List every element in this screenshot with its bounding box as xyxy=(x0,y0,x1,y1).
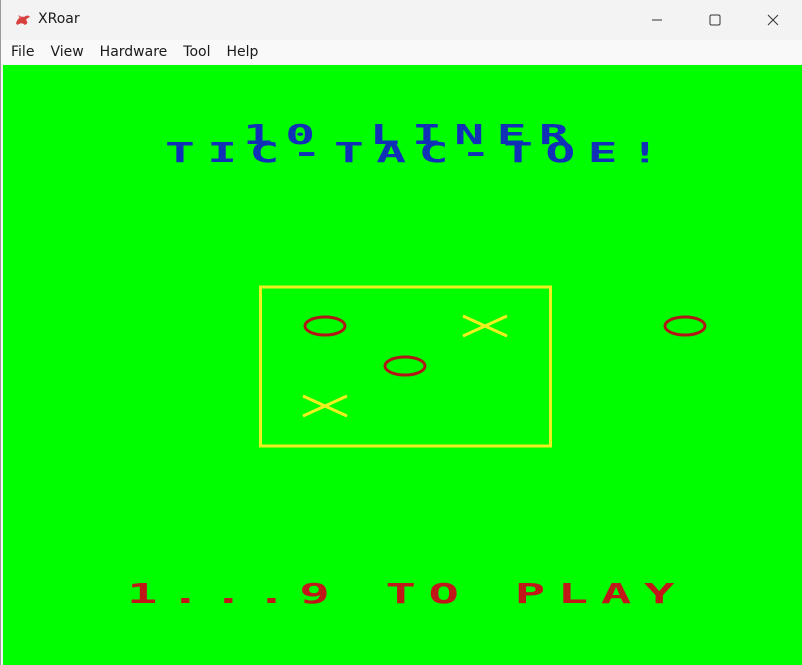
board-frame xyxy=(259,285,552,448)
maximize-button[interactable] xyxy=(686,0,744,40)
menu-hardware[interactable]: Hardware xyxy=(92,40,176,64)
minimize-button[interactable] xyxy=(628,0,686,40)
menu-tool[interactable]: Tool xyxy=(175,40,218,64)
board-cell-3-x-piece xyxy=(462,314,508,338)
board-cell-7-x-piece xyxy=(302,394,348,418)
xroar-window: XRoar File View Hardware Tool Help 10 LI… xyxy=(0,0,802,665)
board-cell-5-o-piece xyxy=(383,355,427,377)
xroar-dragon-icon xyxy=(16,15,30,25)
menu-help[interactable]: Help xyxy=(218,40,266,64)
board-cell-1-o-piece xyxy=(303,315,347,337)
menu-bar: File View Hardware Tool Help xyxy=(1,40,802,64)
maximize-icon xyxy=(709,14,721,26)
game-board xyxy=(259,285,707,448)
close-icon xyxy=(767,14,779,26)
title-bar[interactable]: XRoar xyxy=(1,0,802,40)
play-prompt: 1...9 TO PLAY xyxy=(127,577,688,610)
next-piece-o xyxy=(663,315,707,337)
window-title: XRoar xyxy=(38,11,80,27)
menu-view[interactable]: View xyxy=(42,40,91,64)
emulator-screen[interactable]: 10 LINER TIC-TAC-TOE! 1...9 TO PLAY xyxy=(3,65,802,665)
menu-file[interactable]: File xyxy=(1,40,42,64)
close-button[interactable] xyxy=(744,0,802,40)
minimize-icon xyxy=(652,19,662,21)
